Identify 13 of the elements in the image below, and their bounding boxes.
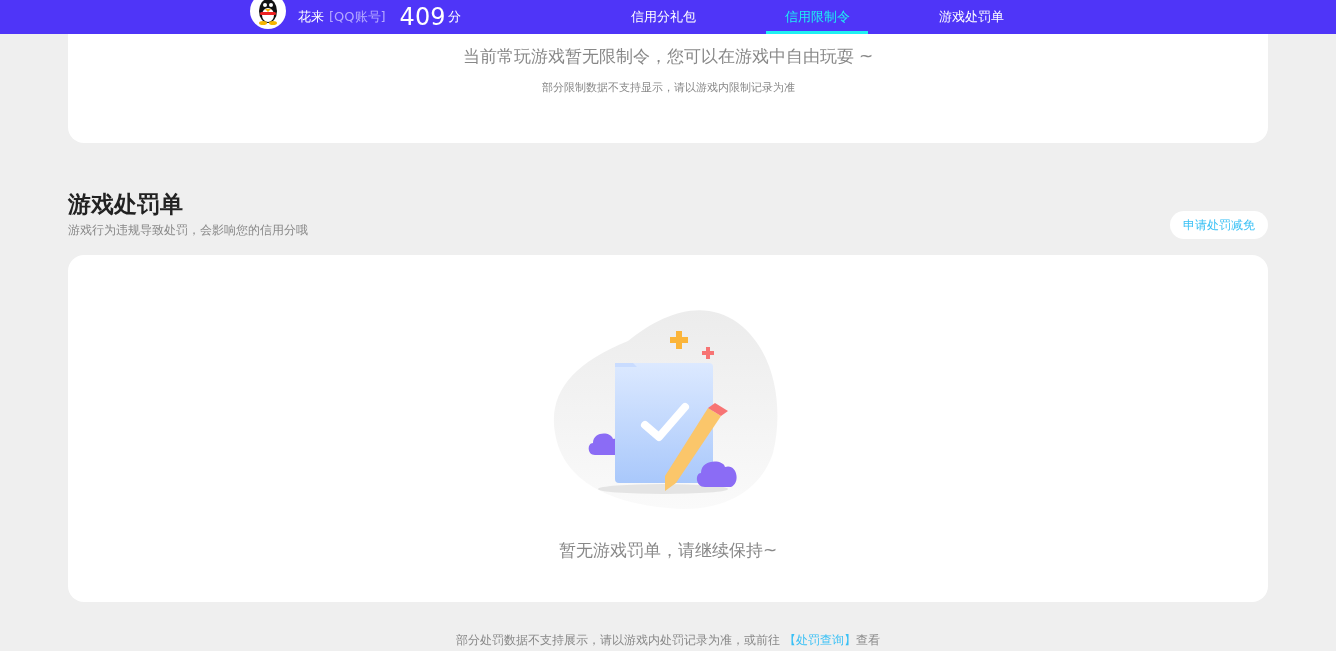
penguin-avatar-icon bbox=[250, 0, 286, 29]
footer-note: 部分处罚数据不支持展示，请以游戏内处罚记录为准，或前往 【处罚查询】查看 bbox=[455, 632, 881, 649]
restriction-message: 当前常玩游戏暂无限制令，您可以在游戏中自由玩耍 ~ bbox=[461, 45, 875, 68]
empty-state-message: 暂无游戏罚单，请继续保持~ bbox=[558, 539, 778, 562]
account-type-label: [QQ账号] bbox=[329, 8, 386, 26]
score-unit: 分 bbox=[448, 8, 462, 26]
nav-tab[interactable]: 信用分礼包 bbox=[612, 0, 714, 34]
restriction-note: 部分限制数据不支持显示，请以游戏内限制记录为准 bbox=[540, 80, 796, 95]
credit-score: 409 bbox=[399, 5, 446, 29]
nav-tab[interactable]: 游戏处罚单 bbox=[920, 0, 1022, 34]
user-name: 花来 bbox=[298, 8, 324, 26]
section-title: 游戏处罚单 bbox=[68, 190, 184, 219]
section-subtitle: 游戏行为违规导致处罚，会影响您的信用分哦 bbox=[68, 222, 308, 239]
